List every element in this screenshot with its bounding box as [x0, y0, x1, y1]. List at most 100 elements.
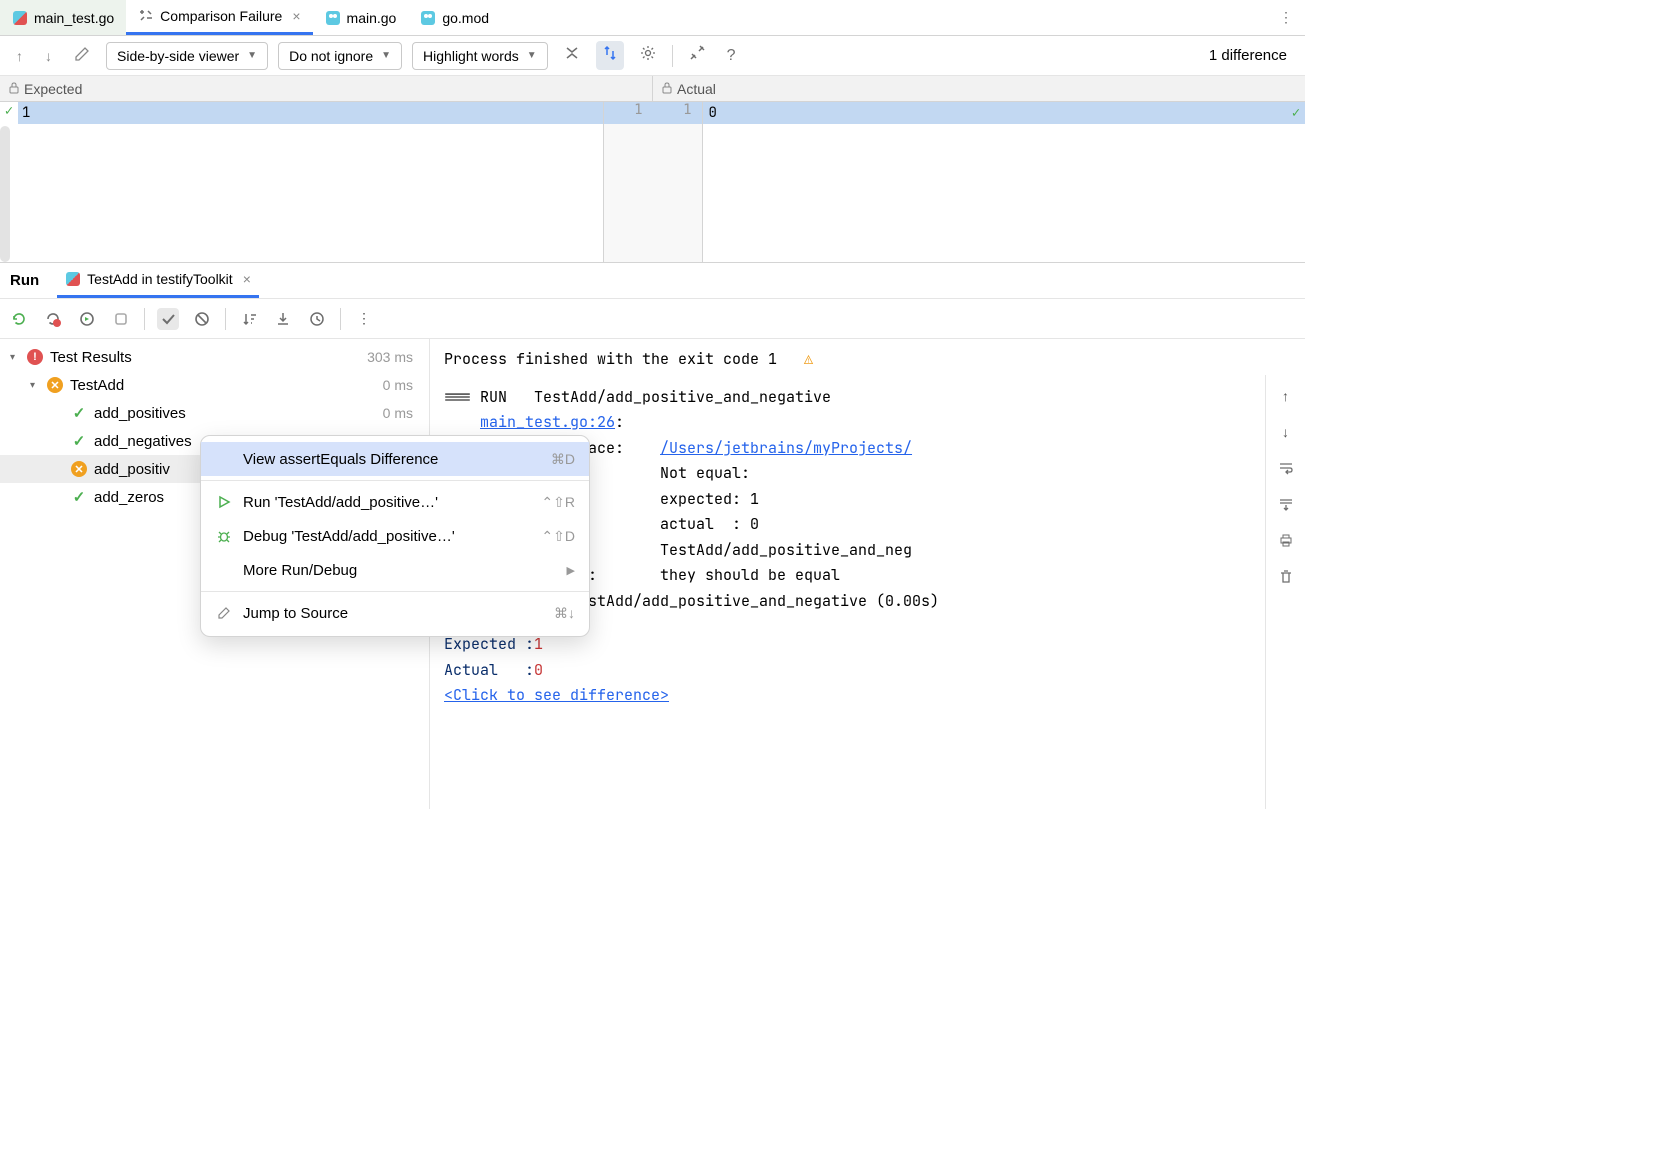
menu-label: View assertEquals Difference — [243, 451, 541, 468]
expected-label: Expected — [24, 81, 82, 97]
tab-main-go[interactable]: main.go — [313, 0, 409, 35]
toggle-autotest-icon[interactable] — [76, 308, 98, 330]
menu-label: Jump to Source — [243, 605, 544, 622]
run-config-tab[interactable]: TestAdd in testifyToolkit × — [57, 263, 259, 298]
run-toolbar: ⋮ — [0, 299, 1305, 339]
bug-icon — [215, 529, 233, 543]
diff-right-pane[interactable]: 0 ✓ — [703, 102, 1306, 262]
prev-diff-icon[interactable]: ↑ — [10, 44, 29, 68]
menu-label: Debug 'TestAdd/add_positive…' — [243, 528, 531, 545]
close-icon[interactable]: × — [292, 8, 300, 24]
show-ignored-icon[interactable] — [191, 308, 213, 330]
dropdown-label: Side-by-side viewer — [117, 48, 239, 64]
menu-label: More Run/Debug — [243, 562, 557, 579]
soft-wrap-icon[interactable] — [1275, 457, 1297, 479]
diff-left-pane[interactable]: ✓ 1 — [0, 102, 603, 262]
check-icon: ✓ — [1292, 104, 1300, 122]
diff-content: ✓ 1 1 1 0 ✓ — [0, 102, 1305, 262]
actual-label: Actual — [677, 81, 716, 97]
print-icon[interactable] — [1275, 529, 1297, 551]
import-icon[interactable] — [272, 308, 294, 330]
pass-icon: ✓ — [70, 404, 88, 422]
tab-label: Comparison Failure — [160, 8, 282, 24]
tree-testadd-row[interactable]: ▾ ✕ TestAdd 0 ms — [0, 371, 429, 399]
help-icon[interactable]: ? — [721, 43, 742, 69]
source-link[interactable]: main_test.go:26 — [480, 412, 615, 432]
tree-label: add_positives — [94, 405, 383, 422]
menu-jump-to-source[interactable]: Jump to Source ⌘↓ — [201, 596, 589, 630]
menu-more-run-debug[interactable]: More Run/Debug ▶ — [201, 553, 589, 587]
menu-debug[interactable]: Debug 'TestAdd/add_positive…' ⌃⇧D — [201, 519, 589, 553]
collapse-unchanged-icon[interactable] — [558, 41, 586, 70]
check-icon: ✓ — [5, 102, 13, 120]
rerun-icon[interactable] — [8, 308, 30, 330]
diff-header-expected: Expected — [0, 76, 652, 101]
lock-icon — [661, 81, 673, 97]
scroll-to-end-icon[interactable] — [1275, 493, 1297, 515]
pass-icon: ✓ — [70, 432, 88, 450]
clear-icon[interactable] — [1275, 565, 1297, 587]
viewer-mode-dropdown[interactable]: Side-by-side viewer ▼ — [106, 42, 268, 70]
tab-go-mod[interactable]: go.mod — [408, 0, 501, 35]
menu-shortcut: ⌘↓ — [554, 605, 575, 622]
warning-icon: ⚠ — [804, 349, 813, 369]
settings-icon[interactable] — [634, 41, 662, 70]
history-icon[interactable] — [306, 308, 328, 330]
output-text: Actual : — [444, 660, 534, 680]
tab-main-test-go[interactable]: main_test.go — [0, 0, 126, 35]
dropdown-label: Do not ignore — [289, 48, 373, 64]
next-diff-icon[interactable]: ↓ — [39, 44, 58, 68]
go-file-fail-icon — [12, 10, 28, 26]
close-icon[interactable]: × — [243, 271, 251, 287]
diff-actual-value: 0 — [709, 104, 717, 122]
chevron-right-icon: ▶ — [567, 564, 575, 577]
tree-label: Test Results — [50, 349, 367, 366]
menu-separator — [201, 480, 589, 481]
diff-expected-value: 1 — [22, 104, 30, 122]
rerun-failed-icon[interactable] — [42, 308, 64, 330]
tree-root-row[interactable]: ▾ ! Test Results 303 ms — [0, 343, 429, 371]
diff-count: 1 difference — [1209, 47, 1295, 64]
menu-view-assertequals[interactable]: View assertEquals Difference ⌘D — [201, 442, 589, 476]
tree-test-row[interactable]: ✓ add_positives 0 ms — [0, 399, 429, 427]
go-file-icon — [420, 10, 436, 26]
ignore-mode-dropdown[interactable]: Do not ignore ▼ — [278, 42, 402, 70]
more-icon[interactable]: ⋮ — [353, 308, 375, 330]
up-icon[interactable]: ↑ — [1275, 385, 1297, 407]
down-icon[interactable]: ↓ — [1275, 421, 1297, 443]
run-config-name: TestAdd in testifyToolkit — [87, 271, 233, 287]
stop-icon[interactable] — [110, 308, 132, 330]
run-tabs: Run TestAdd in testifyToolkit × — [0, 263, 1305, 299]
edit-icon[interactable] — [68, 42, 96, 69]
pass-icon: ✓ — [70, 488, 88, 506]
menu-label: Run 'TestAdd/add_positive…' — [243, 494, 531, 511]
line-number: 1 — [653, 102, 702, 124]
tab-label: go.mod — [442, 10, 489, 26]
highlight-mode-dropdown[interactable]: Highlight words ▼ — [412, 42, 548, 70]
run-tab-label: Run — [10, 272, 39, 289]
diff-icon — [138, 8, 154, 24]
menu-separator — [201, 591, 589, 592]
context-menu: View assertEquals Difference ⌘D Run 'Tes… — [200, 435, 590, 637]
error-icon: ! — [26, 348, 44, 366]
tab-label: main.go — [347, 10, 397, 26]
sort-icon[interactable] — [238, 308, 260, 330]
sync-scroll-icon[interactable] — [596, 41, 624, 70]
output-text: Process finished with the exit code 1 — [444, 349, 777, 369]
run-body: ▾ ! Test Results 303 ms ▾ ✕ TestAdd 0 ms… — [0, 339, 1305, 809]
menu-run[interactable]: Run 'TestAdd/add_positive…' ⌃⇧R — [201, 485, 589, 519]
tabs-more-icon[interactable]: ⋮ — [1267, 9, 1305, 26]
chevron-down-icon: ▾ — [10, 352, 26, 363]
menu-shortcut: ⌘D — [551, 451, 575, 468]
path-link[interactable]: /Users/jetbrains/myProjects/ — [660, 438, 912, 458]
tools-icon[interactable] — [683, 41, 711, 70]
chevron-down-icon: ▼ — [527, 50, 537, 61]
see-difference-link[interactable]: <Click to see difference> — [444, 685, 669, 705]
output-text: Expected : — [444, 634, 534, 654]
menu-shortcut: ⌃⇧D — [541, 528, 575, 545]
dropdown-label: Highlight words — [423, 48, 519, 64]
show-passed-icon[interactable] — [157, 308, 179, 330]
tab-comparison-failure[interactable]: Comparison Failure × — [126, 0, 312, 35]
scroll-hint — [0, 126, 10, 262]
tree-time: 0 ms — [383, 377, 429, 393]
